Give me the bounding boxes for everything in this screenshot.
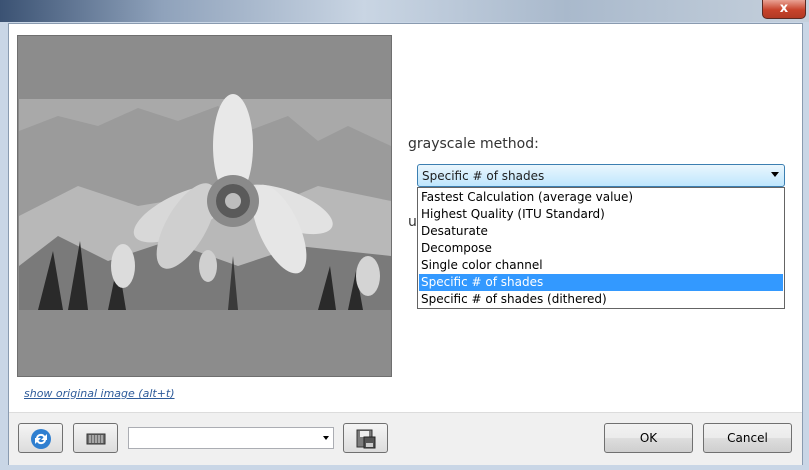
dropdown-option[interactable]: Desaturate bbox=[419, 223, 783, 240]
dropdown-option[interactable]: Highest Quality (ITU Standard) bbox=[419, 206, 783, 223]
title-bar: x bbox=[0, 0, 809, 22]
dialog-window: show original image (alt+t) grayscale me… bbox=[0, 22, 809, 470]
chevron-down-icon bbox=[771, 172, 779, 177]
dialog-client-area: show original image (alt+t) grayscale me… bbox=[8, 23, 803, 465]
obscured-label: u bbox=[408, 214, 417, 230]
grayscale-method-dropdown: Fastest Calculation (average value) High… bbox=[417, 187, 785, 309]
chevron-down-icon bbox=[323, 436, 329, 440]
ok-button[interactable]: OK bbox=[604, 423, 693, 453]
presets-button[interactable] bbox=[73, 423, 118, 453]
dropdown-option[interactable]: Fastest Calculation (average value) bbox=[419, 189, 783, 206]
dropdown-option[interactable]: Decompose bbox=[419, 240, 783, 257]
refresh-button[interactable] bbox=[18, 423, 63, 453]
close-button[interactable]: x bbox=[762, 0, 806, 19]
grayscale-method-label: grayscale method: bbox=[408, 136, 539, 152]
grayscale-method-value: Specific # of shades bbox=[422, 169, 545, 183]
image-preview bbox=[17, 35, 392, 377]
presets-icon bbox=[86, 433, 106, 445]
save-icon bbox=[356, 429, 376, 449]
preset-select[interactable] bbox=[128, 427, 334, 449]
dropdown-option[interactable]: Single color channel bbox=[419, 257, 783, 274]
close-icon: x bbox=[779, 1, 789, 16]
dropdown-option-selected[interactable]: Specific # of shades bbox=[419, 274, 783, 291]
grayscale-method-select[interactable]: Specific # of shades bbox=[417, 164, 785, 187]
dropdown-option[interactable]: Specific # of shades (dithered) bbox=[419, 291, 783, 308]
bottom-toolbar: OK Cancel bbox=[9, 412, 802, 465]
grayscale-flower-image bbox=[18, 36, 391, 376]
refresh-icon bbox=[31, 429, 51, 449]
save-preset-button[interactable] bbox=[343, 423, 388, 453]
show-original-image-link[interactable]: show original image (alt+t) bbox=[24, 387, 175, 400]
cancel-button[interactable]: Cancel bbox=[703, 423, 792, 453]
